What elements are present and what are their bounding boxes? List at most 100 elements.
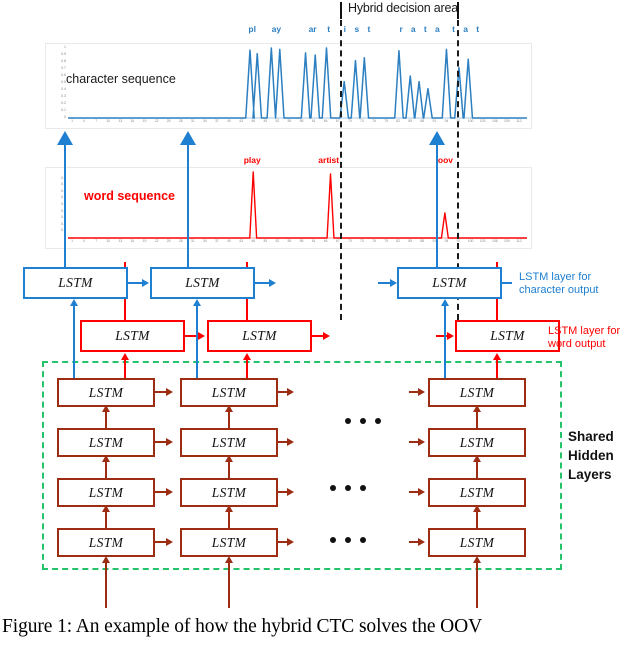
- lstm-word-box-3[interactable]: LSTM: [455, 320, 560, 352]
- shared-to-word-arrow-c2: [242, 353, 251, 360]
- lstm-shared-r3c3[interactable]: LSTM: [428, 478, 526, 507]
- lstm-shared-r2c1[interactable]: LSTM: [57, 428, 155, 457]
- shared-to-word-arrow-c1: [120, 353, 129, 360]
- shared-to-word-line-c1: [124, 359, 126, 378]
- x-axis-tick-label: 16: [130, 239, 135, 243]
- x-axis-tick-label: 25: [166, 119, 171, 123]
- shared-to-word-line-c2: [246, 359, 248, 378]
- chart-annotation-label: a: [435, 24, 440, 34]
- y-axis-tick-label: 0.1: [61, 108, 66, 112]
- shared-to-char-arrow-c2: [192, 299, 201, 306]
- x-axis-tick-label: 76: [372, 119, 376, 123]
- x-axis-tick-label: 70: [347, 239, 352, 243]
- x-axis-tick-label: 85: [408, 239, 413, 243]
- x-axis-tick-label: 103: [479, 239, 486, 243]
- lstm-word-box-1[interactable]: LSTM: [80, 320, 185, 352]
- shared-vlink-c1-r3r2: [105, 461, 107, 478]
- x-axis-tick-label: 34: [203, 239, 207, 243]
- shared-to-char-line-c2: [196, 306, 198, 378]
- lstm-shared-r2c2[interactable]: LSTM: [180, 428, 278, 457]
- shared-vlink-c3-r2r1: [476, 411, 478, 428]
- x-axis-tick-label: 13: [118, 239, 123, 243]
- lstm-char-layer-label-line2: character output: [519, 284, 599, 296]
- x-axis-tick-label: 52: [275, 119, 280, 123]
- lstm-shared-r3c2[interactable]: LSTM: [180, 478, 278, 507]
- shared-recurrent-arrow-r3-2: [287, 487, 294, 496]
- chart-annotation-label: artist: [318, 155, 340, 165]
- x-axis-tick-label: 73: [360, 119, 364, 123]
- lstm-shared-label-r2c3: LSTM: [459, 434, 495, 450]
- lstm-char-box-2[interactable]: LSTM: [150, 267, 255, 299]
- chart-annotation-label: r: [399, 24, 403, 34]
- x-axis-tick-label: 76: [372, 239, 376, 243]
- y-axis-tick-label: 0.4: [61, 87, 66, 91]
- x-axis-tick-label: 85: [408, 119, 413, 123]
- lstm-shared-r3c1[interactable]: LSTM: [57, 478, 155, 507]
- chart-annotation-label: t: [367, 24, 371, 34]
- char-feed-line-1: [64, 143, 66, 271]
- lstm-char-layer-label-line1: LSTM layer for: [519, 271, 592, 283]
- shared-to-char-arrow-c3: [440, 299, 449, 306]
- x-axis-tick-label: 88: [420, 239, 425, 243]
- chart-annotation-label: t: [423, 24, 427, 34]
- lstm-shared-label-r4c3: LSTM: [459, 534, 495, 550]
- x-axis-tick-label: 16: [130, 119, 135, 123]
- shared-vlink-c1-r2r1: [105, 411, 107, 428]
- x-axis-tick-label: 22: [154, 239, 159, 243]
- lstm-word-layer-label-line2: word output: [548, 338, 606, 350]
- shared-recurrent-arrow-r2-1: [166, 437, 173, 446]
- ellipsis-dot: [345, 537, 351, 543]
- shared-recurrent-arrow-r4-3: [418, 537, 425, 546]
- x-axis-tick-label: 10: [106, 239, 111, 243]
- x-axis-tick-label: 43: [239, 239, 244, 243]
- y-axis-tick-label: 1: [64, 45, 66, 49]
- x-axis-tick-label: 46: [251, 239, 256, 243]
- y-axis-tick-label: 0.2: [61, 101, 66, 105]
- lstm-shared-r4c1[interactable]: LSTM: [57, 528, 155, 557]
- lstm-shared-r1c3[interactable]: LSTM: [428, 378, 526, 407]
- chart-annotation-label: play: [243, 155, 261, 165]
- shared-to-char-line-c3: [444, 306, 446, 378]
- x-axis-tick-label: 79: [384, 239, 388, 243]
- x-axis-tick-label: 1: [71, 239, 73, 243]
- char-recurrent-line-2: [255, 282, 270, 284]
- char-feed-arrow-1: [57, 131, 73, 145]
- shared-vlink-arrow-c2-r4r3: [224, 505, 233, 512]
- x-axis-tick-label: 7: [95, 119, 98, 123]
- lstm-shared-label-r3c3: LSTM: [459, 484, 495, 500]
- lstm-shared-label-r2c2: LSTM: [211, 434, 247, 450]
- shared-recurrent-arrow-r2-2: [287, 437, 294, 446]
- shared-vlink-arrow-c2-r2r1: [224, 405, 233, 412]
- x-axis-tick-label: 40: [227, 239, 231, 243]
- lstm-word-box-2[interactable]: LSTM: [207, 320, 312, 352]
- lstm-shared-label-r2c1: LSTM: [88, 434, 124, 450]
- lstm-shared-r1c2[interactable]: LSTM: [180, 378, 278, 407]
- input-arrow-c3: [472, 556, 481, 563]
- x-axis-tick-label: 37: [215, 239, 219, 243]
- lstm-shared-r2c3[interactable]: LSTM: [428, 428, 526, 457]
- ellipsis-dot: [345, 418, 351, 424]
- x-axis-tick-label: 25: [166, 239, 171, 243]
- shared-vlink-arrow-c1-r3r2: [101, 455, 110, 462]
- chart-annotation-label: t: [476, 24, 480, 34]
- x-axis-tick-label: 31: [190, 119, 195, 123]
- hybrid-label-right-tick: [457, 2, 459, 19]
- char-recurrent-line-out-3: [502, 282, 512, 284]
- x-axis-tick-label: 55: [287, 239, 292, 243]
- lstm-char-box-1[interactable]: LSTM: [23, 267, 128, 299]
- shared-hidden-layers-label: Shared Hidden Layers: [568, 427, 614, 484]
- ellipsis-dot: [360, 485, 366, 491]
- word-recurrent-arrow-3: [447, 331, 454, 340]
- shared-to-char-line-c1: [73, 306, 75, 378]
- ellipsis-dot: [360, 537, 366, 543]
- lstm-shared-r1c1[interactable]: LSTM: [57, 378, 155, 407]
- lstm-shared-r4c2[interactable]: LSTM: [180, 528, 278, 557]
- x-axis-tick-label: 112: [516, 239, 522, 243]
- word-recurrent-arrow-2: [323, 331, 330, 340]
- lstm-char-box-3[interactable]: LSTM: [397, 267, 502, 299]
- lstm-shared-r4c3[interactable]: LSTM: [428, 528, 526, 557]
- x-axis-tick-label: 28: [178, 119, 183, 123]
- y-axis-tick-label: 0.7: [61, 66, 66, 70]
- ellipsis-dot: [345, 485, 351, 491]
- chart-annotation-label: t: [327, 24, 331, 34]
